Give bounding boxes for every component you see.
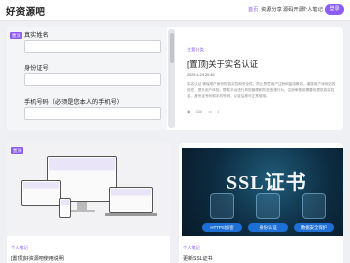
featured-date: 2025.4.24 20:46 [187,73,215,77]
comment-count: 1 [217,109,220,114]
ssl-image[interactable]: SSL证书 HTTPS加密 身份认证 数据安全保护 [182,148,343,236]
comment-icon: ▭ [208,109,213,114]
data-protect-item: 数据安全保护 [294,193,334,235]
monitor-base [69,210,95,212]
laptop-image [109,187,153,213]
data-protect-pill: 数据安全保护 [294,223,334,232]
laptop-base [105,213,157,216]
form-scrollbar[interactable] [168,29,175,128]
nav-home[interactable]: 首页 [248,6,258,13]
nav-resources[interactable]: 资源分享 [261,6,282,13]
featured-info: 主要分类 [置顶]关于实名认证 2025.4.24 20:46 实名认证 确保用… [187,27,337,130]
card-title[interactable]: 更新SSL证书 [183,255,212,262]
card-title[interactable]: [置顶]好资源吧使用说明 [11,255,64,262]
site-logo[interactable]: 好资源吧 [6,4,45,18]
featured-category[interactable]: 主要分类 [187,47,204,53]
featured-description: 实名认证 确保用户身份的真实性和安全性，防止恶意用户注册和滥用服务。增强用户对网… [187,82,336,98]
ssl-image-title: SSL证书 [226,172,307,194]
card-category[interactable]: 个人笔记 [11,245,28,251]
eye-icon: ◉ [187,109,191,114]
views-count: 336 [195,109,203,114]
shield-icon [302,193,326,219]
realname-input[interactable] [24,40,161,53]
nav-opensource[interactable]: 源码开源 [283,6,304,13]
phone-input[interactable] [24,107,161,120]
idcard-input[interactable] [24,73,161,86]
id-card-icon [256,193,280,219]
post-card[interactable]: SSL证书 HTTPS加密 身份认证 数据安全保护 个人笔记 更新SSL证书 [179,143,343,263]
nav-notes[interactable]: 个人笔记 [302,6,323,13]
card-category[interactable]: 个人笔记 [183,245,200,251]
lock-icon [210,193,234,219]
pinned-badge: 置顶 [11,147,24,154]
https-pill: HTTPS加密 [202,223,242,232]
devices-mockup-image[interactable]: 置顶 [7,143,170,236]
post-card[interactable]: 置顶 个人笔记 [置顶]好资源吧使用说明 [7,143,170,263]
login-button[interactable]: 登录 [325,4,344,15]
monitor-stand [77,202,87,210]
tablet-image [21,180,61,206]
https-item: HTTPS加密 [202,193,242,235]
realname-form: 置顶 真实姓名 身份证号 手机号码（必须是您本人的手机号） [7,27,167,130]
pinned-badge: 置顶 [10,32,23,39]
site-header: 好资源吧 首页 资源分享 源码开源 登录 个人笔记 [0,0,350,21]
identity-pill: 身份认证 [248,223,288,232]
identity-item: 身份认证 [248,193,288,235]
realname-label: 真实姓名 [24,32,49,39]
phone-image [59,198,71,218]
scrollbar-thumb[interactable] [169,33,174,63]
idcard-label: 身份证号 [24,65,49,72]
featured-meta: ◉ 336 ▭ 1 [187,109,224,114]
featured-card: 置顶 真实姓名 身份证号 手机号码（必须是您本人的手机号） 主要分类 [置顶]关… [7,27,343,130]
phone-label: 手机号码（必须是您本人的手机号） [24,99,123,106]
featured-title[interactable]: [置顶]关于实名认证 [187,58,258,70]
